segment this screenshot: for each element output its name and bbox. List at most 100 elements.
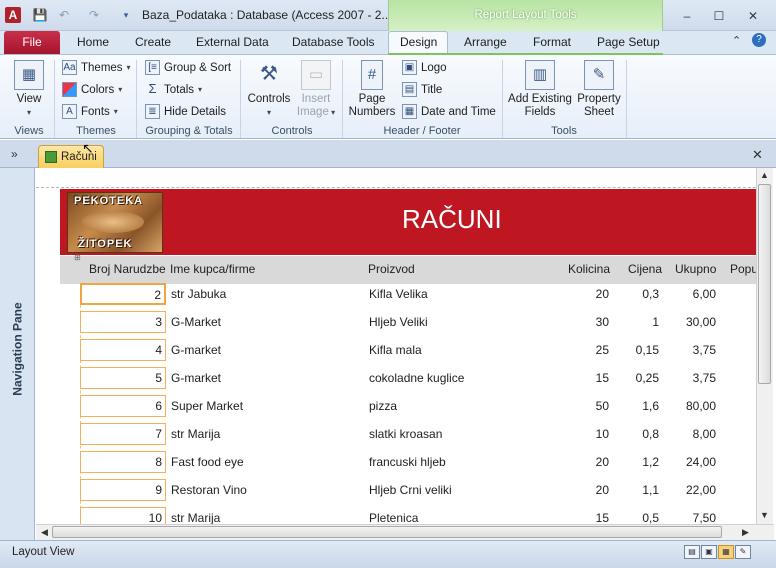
- cell-kolicina[interactable]: 10: [560, 427, 609, 441]
- vertical-scroll-thumb[interactable]: [758, 184, 771, 384]
- view-button[interactable]: ▦ View ▾: [10, 60, 48, 119]
- close-button[interactable]: ✕: [740, 7, 766, 25]
- cell-broj[interactable]: 7: [80, 423, 166, 445]
- report-view-icon[interactable]: ▤: [684, 545, 700, 559]
- page-numbers-button[interactable]: # Page Numbers: [348, 60, 396, 119]
- cell-kolicina[interactable]: 50: [560, 399, 609, 413]
- close-document-button[interactable]: ✕: [752, 147, 763, 163]
- cell-broj[interactable]: 9: [80, 479, 166, 501]
- colors-button[interactable]: Colors ▾: [62, 82, 122, 97]
- cell-proizvod[interactable]: Pletenica: [369, 511, 559, 525]
- cell-cijena[interactable]: 0,15: [614, 343, 659, 357]
- cell-proizvod[interactable]: Kifla mala: [369, 343, 559, 357]
- tab-create[interactable]: Create: [135, 35, 171, 49]
- cell-kolicina[interactable]: 15: [560, 511, 609, 525]
- tab-database-tools[interactable]: Database Tools: [292, 35, 375, 49]
- themes-button[interactable]: Aa Themes ▾: [62, 60, 131, 75]
- totals-button[interactable]: Σ Totals ▾: [145, 82, 202, 97]
- cell-kupac[interactable]: Super Market: [171, 399, 361, 413]
- cell-ukupno[interactable]: 6,00: [664, 287, 716, 301]
- tab-format[interactable]: Format: [533, 35, 571, 49]
- cell-proizvod[interactable]: slatki kroasan: [369, 427, 559, 441]
- cell-kupac[interactable]: str Marija: [171, 427, 361, 441]
- report-title[interactable]: RAČUNI: [402, 204, 502, 235]
- scroll-left-icon[interactable]: ◀: [37, 527, 52, 538]
- logo-button[interactable]: ▣ Logo: [402, 60, 447, 75]
- tab-home[interactable]: Home: [77, 35, 109, 49]
- cell-kolicina[interactable]: 20: [560, 483, 609, 497]
- group-sort-button[interactable]: [≡ Group & Sort: [145, 60, 231, 75]
- tab-arrange[interactable]: Arrange: [464, 35, 507, 49]
- cell-ukupno[interactable]: 3,75: [664, 343, 716, 357]
- cell-broj[interactable]: 4: [80, 339, 166, 361]
- cell-kolicina[interactable]: 20: [560, 455, 609, 469]
- insert-image-button[interactable]: ▭ Insert Image ▾: [296, 60, 336, 119]
- cell-broj[interactable]: 8: [80, 451, 166, 473]
- cell-kupac[interactable]: G-market: [171, 371, 361, 385]
- column-header-kolicina[interactable]: Kolicina: [568, 262, 610, 276]
- cell-cijena[interactable]: 1,1: [614, 483, 659, 497]
- scroll-up-icon[interactable]: ▲: [757, 170, 772, 180]
- layout-selector-icon[interactable]: ⊞: [74, 253, 81, 262]
- controls-button[interactable]: ⚒ Controls ▾: [246, 60, 292, 119]
- cell-kolicina[interactable]: 15: [560, 371, 609, 385]
- title-button[interactable]: ▤ Title: [402, 82, 442, 97]
- cell-cijena[interactable]: 0,5: [614, 511, 659, 525]
- scroll-right-icon[interactable]: ▶: [738, 527, 753, 538]
- design-view-icon[interactable]: ✎: [735, 545, 751, 559]
- cell-proizvod[interactable]: cokoladne kuglice: [369, 371, 559, 385]
- print-preview-icon[interactable]: ▣: [701, 545, 717, 559]
- cell-broj[interactable]: 2: [80, 283, 166, 305]
- redo-icon[interactable]: ↷: [86, 7, 102, 23]
- fonts-button[interactable]: A Fonts ▾: [62, 104, 118, 119]
- cell-proizvod[interactable]: Kifla Velika: [369, 287, 559, 301]
- cell-ukupno[interactable]: 22,00: [664, 483, 716, 497]
- cell-broj[interactable]: 6: [80, 395, 166, 417]
- cell-kupac[interactable]: str Jabuka: [171, 287, 361, 301]
- hide-details-button[interactable]: ≣ Hide Details: [145, 104, 226, 119]
- add-existing-fields-button[interactable]: ▥ Add Existing Fields: [506, 60, 574, 119]
- file-tab[interactable]: File: [4, 31, 60, 54]
- cell-ukupno[interactable]: 7,50: [664, 511, 716, 525]
- help-icon[interactable]: ?: [752, 33, 766, 47]
- cell-ukupno[interactable]: 30,00: [664, 315, 716, 329]
- customize-quick-access-icon[interactable]: ▾: [118, 7, 134, 23]
- cell-cijena[interactable]: 1,6: [614, 399, 659, 413]
- cell-kupac[interactable]: G-Market: [171, 315, 361, 329]
- column-header-kupac[interactable]: Ime kupca/firme: [170, 262, 255, 276]
- tab-design[interactable]: Design: [400, 35, 437, 49]
- cell-broj[interactable]: 5: [80, 367, 166, 389]
- access-app-icon[interactable]: A: [5, 7, 21, 23]
- cell-cijena[interactable]: 0,25: [614, 371, 659, 385]
- cell-cijena[interactable]: 0,3: [614, 287, 659, 301]
- cell-cijena[interactable]: 1,2: [614, 455, 659, 469]
- maximize-button[interactable]: ☐: [706, 7, 732, 25]
- cell-ukupno[interactable]: 8,00: [664, 427, 716, 441]
- navigation-pane-toggle[interactable]: »: [11, 147, 18, 161]
- cell-kolicina[interactable]: 25: [560, 343, 609, 357]
- tab-page-setup[interactable]: Page Setup: [597, 35, 660, 49]
- save-icon[interactable]: 💾: [32, 7, 48, 23]
- cell-proizvod[interactable]: francuski hljeb: [369, 455, 559, 469]
- cell-proizvod[interactable]: Hljeb Veliki: [369, 315, 559, 329]
- tab-external-data[interactable]: External Data: [196, 35, 269, 49]
- cell-kolicina[interactable]: 30: [560, 315, 609, 329]
- horizontal-scroll-thumb[interactable]: [52, 526, 722, 538]
- cell-kupac[interactable]: Restoran Vino: [171, 483, 361, 497]
- minimize-button[interactable]: –: [674, 7, 700, 25]
- scroll-down-icon[interactable]: ▼: [757, 510, 772, 520]
- cell-ukupno[interactable]: 80,00: [664, 399, 716, 413]
- cell-proizvod[interactable]: Hljeb Crni veliki: [369, 483, 559, 497]
- bakery-logo[interactable]: PEKOTEKA ŽITOPEK: [67, 192, 163, 253]
- cell-kupac[interactable]: G-market: [171, 343, 361, 357]
- cell-kupac[interactable]: str Marija: [171, 511, 361, 525]
- cell-proizvod[interactable]: pizza: [369, 399, 559, 413]
- cell-ukupno[interactable]: 3,75: [664, 371, 716, 385]
- cell-broj[interactable]: 3: [80, 311, 166, 333]
- cell-kolicina[interactable]: 20: [560, 287, 609, 301]
- minimize-ribbon-icon[interactable]: ⌃: [732, 34, 741, 47]
- layout-view-icon[interactable]: ▦: [718, 545, 734, 559]
- undo-icon[interactable]: ↶: [56, 7, 72, 23]
- column-header-proizvod[interactable]: Proizvod: [368, 262, 415, 276]
- cell-kupac[interactable]: Fast food eye: [171, 455, 361, 469]
